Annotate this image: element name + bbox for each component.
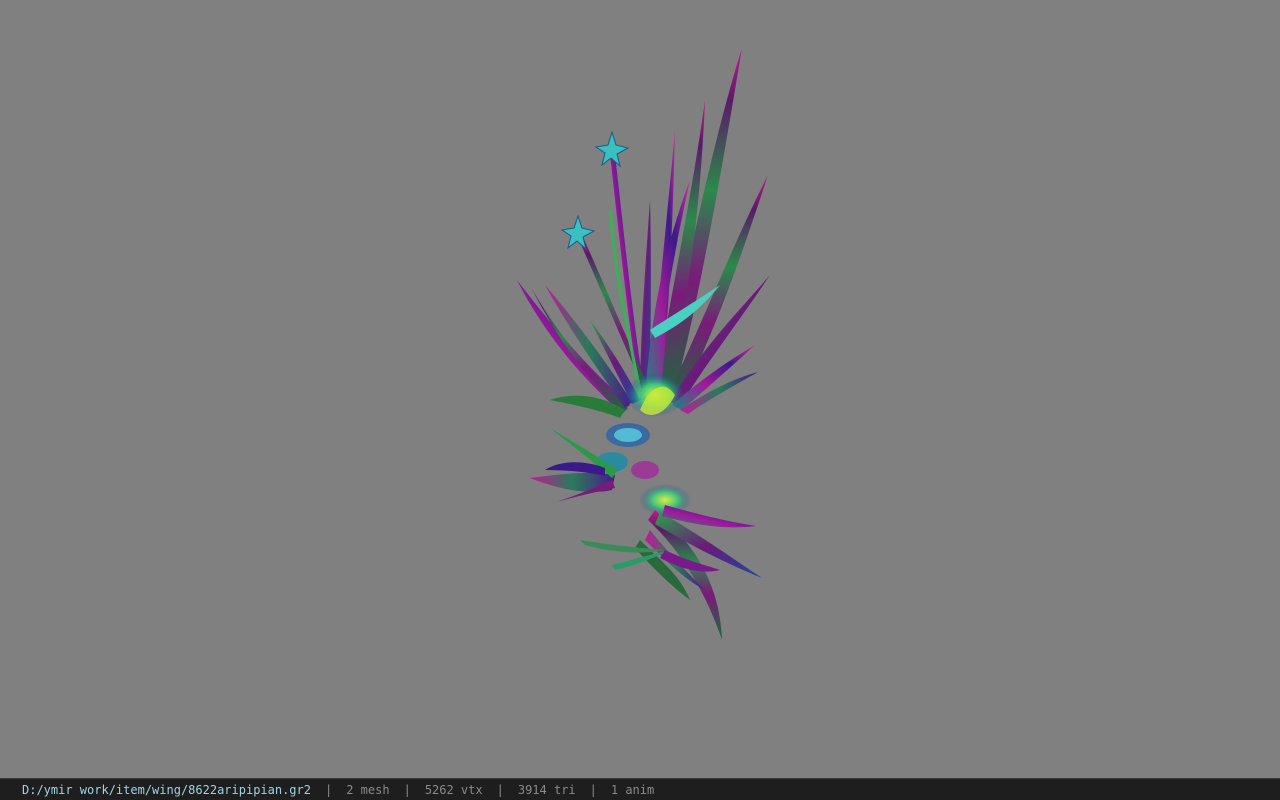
vertex-count-label: 5262 vtx [424,782,483,797]
anim-count-label: 1 anim [610,782,655,797]
lower-right-plume [580,484,762,640]
wing-model[interactable] [0,0,1280,778]
status-separator: | [403,782,411,797]
file-path-label: D:/ymir work/item/wing/8622aripipian.gr2 [22,782,311,797]
status-separator: | [589,782,597,797]
status-bar: D:/ymir work/item/wing/8622aripipian.gr2… [0,778,1280,800]
status-separator: | [496,782,504,797]
3d-viewport[interactable] [0,0,1280,778]
lower-left-wing [530,428,618,505]
upper-feather-cluster [640,48,770,414]
triangle-count-label: 3914 tri [517,782,576,797]
status-separator: | [324,782,333,797]
mesh-count-label: 2 mesh [346,782,390,797]
